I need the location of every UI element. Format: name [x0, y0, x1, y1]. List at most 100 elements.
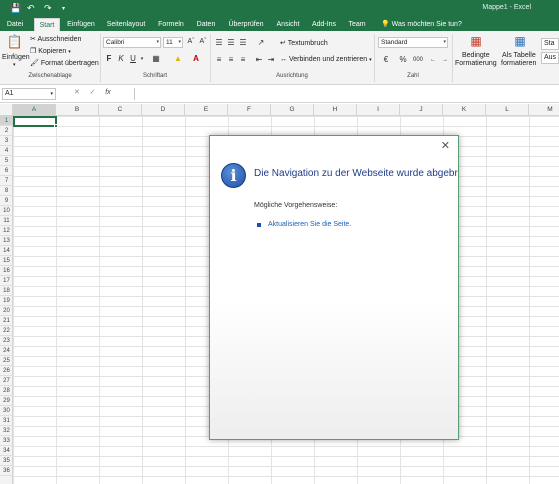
orientation-icon[interactable]: ↗ [254, 38, 268, 48]
row-header[interactable]: 32 [0, 426, 13, 436]
fill-color-icon[interactable]: ▲ [172, 54, 184, 64]
row-header[interactable]: 4 [0, 146, 13, 156]
align-center-icon[interactable]: ≡ [226, 55, 236, 65]
row-header[interactable]: 31 [0, 416, 13, 426]
row-header[interactable]: 28 [0, 386, 13, 396]
paste-button[interactable]: Einfügen [2, 54, 30, 61]
row-header[interactable]: 9 [0, 196, 13, 206]
tab-formeln[interactable]: Formeln [156, 19, 186, 31]
tab-daten[interactable]: Daten [194, 19, 218, 31]
thousands-separator-button[interactable]: 000 [410, 55, 426, 65]
align-right-icon[interactable]: ≡ [238, 55, 248, 65]
row-header[interactable]: 6 [0, 166, 13, 176]
italic-button[interactable]: K [117, 54, 125, 64]
row-header[interactable]: 23 [0, 336, 13, 346]
conditional-formatting-label1[interactable]: Bedingte [462, 52, 490, 59]
column-header[interactable]: A [13, 104, 56, 116]
row-header[interactable]: 13 [0, 236, 13, 246]
row-header[interactable]: 33 [0, 436, 13, 446]
number-format-select[interactable]: Standard ▾ [378, 37, 448, 48]
column-header[interactable]: K [443, 104, 486, 116]
column-header[interactable]: G [271, 104, 314, 116]
row-header[interactable]: 29 [0, 396, 13, 406]
decrease-font-icon[interactable]: Aˇ [198, 37, 208, 47]
row-header[interactable]: 24 [0, 346, 13, 356]
row-header[interactable]: 34 [0, 446, 13, 456]
row-header[interactable]: 2 [0, 126, 13, 136]
column-header[interactable]: E [185, 104, 228, 116]
cell-style-output[interactable]: Aus [541, 52, 559, 64]
paste-dropdown-icon[interactable]: ▾ [13, 62, 16, 68]
align-middle-icon[interactable]: ☰ [226, 38, 236, 48]
column-header[interactable]: F [228, 104, 271, 116]
font-color-icon[interactable]: A [190, 54, 202, 64]
conditional-formatting-label2[interactable]: Formatierung [455, 60, 497, 67]
row-header[interactable]: 10 [0, 206, 13, 216]
decrease-indent-icon[interactable]: ⇤ [254, 55, 264, 65]
column-header[interactable]: J [400, 104, 443, 116]
format-as-table-label2[interactable]: formatieren [501, 60, 536, 67]
increase-indent-icon[interactable]: ⇥ [266, 55, 276, 65]
name-box[interactable]: A1 ▾ [2, 88, 56, 100]
borders-icon[interactable]: ▦ [150, 54, 162, 64]
merge-center-button[interactable]: ↔ Verbinden und zentrieren ▾ [280, 56, 372, 63]
row-header[interactable]: 26 [0, 366, 13, 376]
active-cell[interactable] [13, 116, 58, 128]
tab-seitenlayout[interactable]: Seitenlayout [104, 19, 148, 31]
fill-handle[interactable] [54, 124, 58, 128]
currency-icon[interactable]: € [380, 55, 392, 65]
tab-ansicht[interactable]: Ansicht [274, 19, 302, 31]
row-header[interactable]: 16 [0, 266, 13, 276]
align-left-icon[interactable]: ≡ [214, 55, 224, 65]
row-header[interactable]: 12 [0, 226, 13, 236]
row-header[interactable]: 35 [0, 456, 13, 466]
close-icon[interactable]: ✕ [441, 139, 450, 152]
row-header[interactable]: 19 [0, 296, 13, 306]
underline-button[interactable]: U [129, 54, 137, 64]
tab-addins[interactable]: Add-Ins [310, 19, 338, 31]
increase-decimal-icon[interactable]: ← [428, 55, 438, 65]
font-size-select[interactable]: 11 ▾ [163, 37, 183, 48]
row-header[interactable]: 7 [0, 176, 13, 186]
decrease-decimal-icon[interactable]: → [440, 55, 450, 65]
column-header[interactable]: H [314, 104, 357, 116]
row-header[interactable]: 22 [0, 326, 13, 336]
row-header[interactable]: 27 [0, 376, 13, 386]
tab-ueberpruefen[interactable]: Überprüfen [226, 19, 266, 31]
align-bottom-icon[interactable]: ☰ [238, 38, 248, 48]
refresh-page-link[interactable]: Aktualisieren Sie die Seite. [268, 221, 351, 228]
cancel-icon[interactable]: ✕ [74, 89, 80, 96]
cut-button[interactable]: ✂ Ausschneiden [30, 35, 81, 43]
row-header[interactable]: 20 [0, 306, 13, 316]
bold-button[interactable]: F [105, 54, 113, 64]
wrap-text-button[interactable]: ↵ Textumbruch [280, 39, 328, 47]
tab-start[interactable]: Start [34, 18, 60, 31]
row-header[interactable]: 11 [0, 216, 13, 226]
column-header[interactable]: I [357, 104, 400, 116]
format-as-table-label1[interactable]: Als Tabelle [502, 52, 536, 59]
row-header[interactable]: 1 [0, 116, 13, 126]
row-header[interactable]: 25 [0, 356, 13, 366]
format-as-table-icon[interactable]: ▦ [512, 34, 528, 48]
format-painter-button[interactable]: 🖌 Format übertragen [30, 59, 99, 67]
row-header[interactable]: 36 [0, 466, 13, 476]
row-header[interactable]: 15 [0, 256, 13, 266]
paste-icon[interactable]: 📋 [6, 34, 24, 49]
row-header[interactable]: 5 [0, 156, 13, 166]
row-header[interactable]: 3 [0, 136, 13, 146]
increase-font-icon[interactable]: Aˆ [186, 37, 196, 47]
tab-team[interactable]: Team [346, 19, 368, 31]
column-header[interactable]: L [486, 104, 529, 116]
tab-einfuegen[interactable]: Einfügen [66, 19, 96, 31]
row-header[interactable]: 21 [0, 316, 13, 326]
enter-icon[interactable]: ✓ [90, 89, 96, 96]
font-name-select[interactable]: Calibri ▾ [103, 37, 161, 48]
select-all-corner[interactable] [0, 104, 13, 116]
underline-dropdown-icon[interactable]: ▾ [139, 54, 145, 64]
percent-button[interactable]: % [398, 55, 408, 65]
row-header[interactable]: 17 [0, 276, 13, 286]
column-header[interactable]: B [56, 104, 99, 116]
tab-datei[interactable]: Datei [4, 19, 26, 31]
tell-me-box[interactable]: 💡 Was möchten Sie tun? [381, 19, 462, 31]
column-header[interactable]: D [142, 104, 185, 116]
